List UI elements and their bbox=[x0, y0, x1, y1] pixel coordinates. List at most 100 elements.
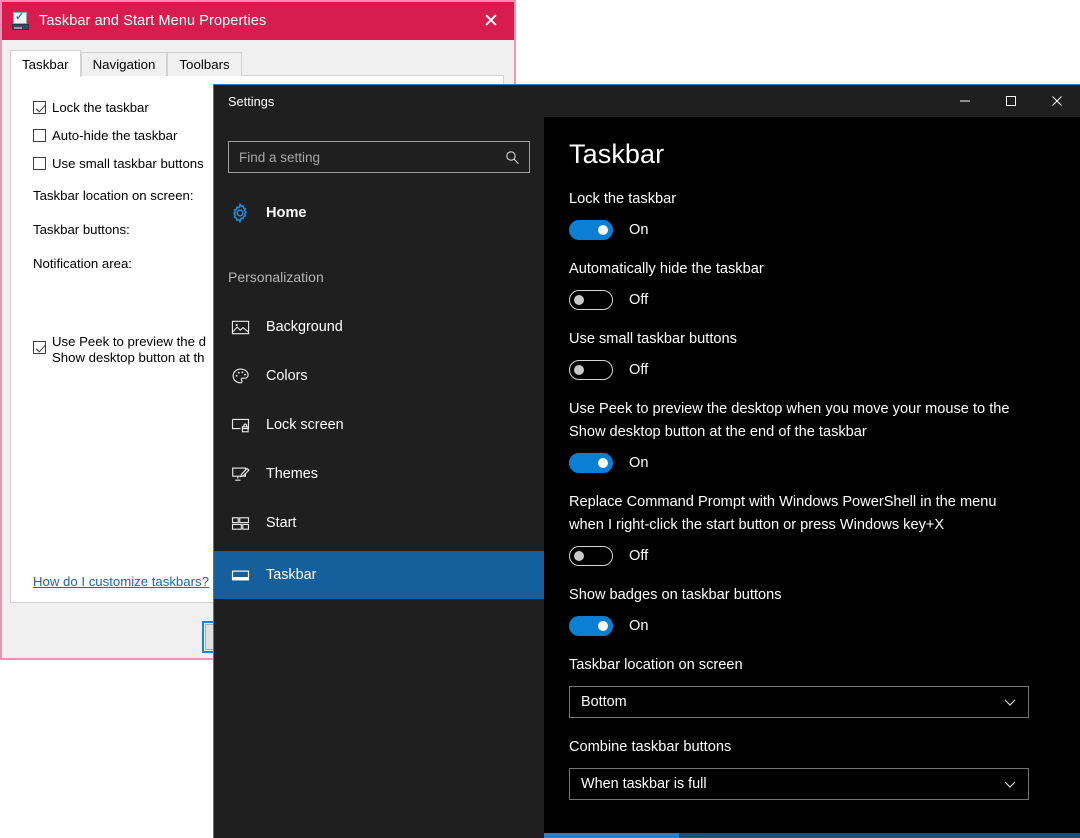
setting-label: Replace Command Prompt with Windows Powe… bbox=[569, 494, 997, 533]
themes-brush-icon bbox=[228, 465, 252, 484]
toggle-row: On bbox=[569, 616, 1080, 636]
legacy-window-title: Taskbar and Start Menu Properties bbox=[39, 13, 267, 29]
search-placeholder: Find a setting bbox=[239, 149, 321, 165]
search-input[interactable]: Find a setting bbox=[228, 141, 530, 173]
search-icon bbox=[505, 150, 520, 165]
legacy-titlebar: ✓ Taskbar and Start Menu Properties ✕ bbox=[2, 2, 514, 40]
toggle-small-taskbar-buttons[interactable] bbox=[569, 360, 613, 380]
setting-combine-taskbar-buttons: Combine taskbar buttons When taskbar is … bbox=[569, 736, 1080, 800]
gear-icon bbox=[228, 202, 252, 224]
chevron-down-icon bbox=[1003, 777, 1017, 791]
sidebar-item-label: Themes bbox=[266, 466, 318, 482]
toggle-auto-hide-taskbar[interactable] bbox=[569, 290, 613, 310]
tab-navigation[interactable]: Navigation bbox=[80, 52, 168, 76]
close-icon[interactable] bbox=[1034, 85, 1080, 117]
toggle-lock-the-taskbar[interactable] bbox=[569, 220, 613, 240]
setting-label: Lock the taskbar bbox=[569, 191, 677, 207]
screen: ✓ Taskbar and Start Menu Properties ✕ Ta… bbox=[0, 0, 1080, 838]
toggle-replace-command-prompt[interactable] bbox=[569, 546, 613, 566]
checkbox-label-line1: Use Peek to preview the d bbox=[52, 334, 206, 349]
toggle-row: On bbox=[569, 220, 1080, 240]
sidebar-item-label: Start bbox=[266, 515, 297, 531]
toggle-row: Off bbox=[569, 360, 1080, 380]
sidebar-item-home[interactable]: Home bbox=[214, 189, 544, 237]
checkbox-label: Lock the taskbar bbox=[52, 100, 149, 115]
toggle-state-label: On bbox=[629, 222, 649, 238]
legacy-tabstrip: Taskbar Navigation Toolbars bbox=[10, 50, 242, 77]
page-title: Taskbar bbox=[569, 139, 665, 169]
dropdown-value: When taskbar is full bbox=[581, 776, 707, 792]
sidebar-item-taskbar[interactable]: Taskbar bbox=[214, 551, 544, 599]
tab-taskbar[interactable]: Taskbar bbox=[10, 50, 81, 77]
taskbar-icon bbox=[228, 566, 252, 585]
taskbar-properties-icon: ✓ bbox=[12, 12, 30, 30]
toggle-use-peek[interactable] bbox=[569, 453, 613, 473]
dropdown-value: Bottom bbox=[581, 694, 627, 710]
toggle-row: Off bbox=[569, 546, 1080, 566]
toggle-state-label: On bbox=[629, 618, 649, 634]
dropdown-combine-taskbar-buttons[interactable]: When taskbar is full bbox=[569, 768, 1029, 800]
setting-replace-command-prompt: Replace Command Prompt with Windows Powe… bbox=[569, 491, 1080, 566]
sidebar-item-label: Taskbar bbox=[266, 567, 317, 583]
horizontal-scrollbar[interactable] bbox=[544, 833, 1080, 838]
sidebar-item-label: Background bbox=[266, 319, 343, 335]
checkbox-auto-hide-the-taskbar[interactable]: Auto-hide the taskbar bbox=[33, 128, 177, 143]
close-icon[interactable]: ✕ bbox=[468, 2, 514, 40]
sidebar-item-themes[interactable]: Themes bbox=[214, 450, 544, 498]
toggle-show-badges[interactable] bbox=[569, 616, 613, 636]
toggle-state-label: Off bbox=[629, 362, 649, 378]
settings-window: Settings Find a setting Home Personaliza… bbox=[213, 84, 1080, 838]
setting-label: Combine taskbar buttons bbox=[569, 739, 732, 755]
setting-label: Automatically hide the taskbar bbox=[569, 261, 764, 277]
sidebar-item-label: Colors bbox=[266, 368, 308, 384]
setting-small-taskbar-buttons: Use small taskbar buttons Off bbox=[569, 328, 1080, 380]
toggle-state-label: Off bbox=[629, 292, 649, 308]
start-layout-icon bbox=[228, 514, 252, 533]
setting-label: Use small taskbar buttons bbox=[569, 331, 737, 347]
checkbox-indicator bbox=[33, 157, 46, 170]
settings-sidebar: Find a setting Home Personalization Back… bbox=[214, 117, 544, 838]
sidebar-item-start[interactable]: Start bbox=[214, 499, 544, 547]
checkbox-use-small-taskbar-buttons[interactable]: Use small taskbar buttons bbox=[33, 156, 204, 171]
checkbox-use-peek[interactable]: Use Peek to preview the d Show desktop b… bbox=[33, 334, 206, 366]
toggle-state-label: On bbox=[629, 455, 649, 471]
sidebar-item-colors[interactable]: Colors bbox=[214, 352, 544, 400]
sidebar-item-lock-screen[interactable]: Lock screen bbox=[214, 401, 544, 449]
setting-lock-the-taskbar: Lock the taskbar On bbox=[569, 188, 1080, 240]
toggle-row: On bbox=[569, 453, 1080, 473]
lock-screen-icon bbox=[228, 416, 252, 435]
minimize-icon[interactable] bbox=[942, 85, 988, 117]
checkbox-lock-the-taskbar[interactable]: Lock the taskbar bbox=[33, 100, 149, 115]
checkbox-indicator bbox=[33, 129, 46, 142]
settings-content-pane: Taskbar Lock the taskbar On Automaticall… bbox=[544, 117, 1080, 838]
tab-toolbars[interactable]: Toolbars bbox=[167, 52, 242, 76]
chevron-down-icon bbox=[1003, 695, 1017, 709]
sidebar-section-header: Personalization bbox=[228, 269, 324, 285]
dropdown-taskbar-location[interactable]: Bottom bbox=[569, 686, 1029, 718]
label-taskbar-buttons: Taskbar buttons: bbox=[33, 222, 130, 237]
image-icon bbox=[228, 318, 252, 337]
window-controls bbox=[942, 85, 1080, 117]
sidebar-item-label: Home bbox=[266, 205, 307, 221]
setting-auto-hide-taskbar: Automatically hide the taskbar Off bbox=[569, 258, 1080, 310]
checkbox-label: Auto-hide the taskbar bbox=[52, 128, 178, 143]
checkbox-label: Use small taskbar buttons bbox=[52, 156, 204, 171]
settings-titlebar: Settings bbox=[214, 85, 1080, 117]
toggle-row: Off bbox=[569, 290, 1080, 310]
horizontal-scrollbar-thumb[interactable] bbox=[544, 833, 679, 838]
setting-label: Use Peek to preview the desktop when you… bbox=[569, 401, 1010, 440]
label-notification-area: Notification area: bbox=[33, 256, 132, 271]
toggle-state-label: Off bbox=[629, 548, 649, 564]
checkbox-indicator bbox=[33, 341, 46, 354]
setting-taskbar-location: Taskbar location on screen Bottom bbox=[569, 654, 1080, 718]
maximize-icon[interactable] bbox=[988, 85, 1034, 117]
setting-show-badges: Show badges on taskbar buttons On bbox=[569, 584, 1080, 636]
settings-window-title: Settings bbox=[228, 93, 275, 109]
sidebar-item-background[interactable]: Background bbox=[214, 303, 544, 351]
customize-taskbars-link[interactable]: How do I customize taskbars? bbox=[33, 574, 209, 589]
setting-label: Show badges on taskbar buttons bbox=[569, 587, 782, 603]
setting-use-peek: Use Peek to preview the desktop when you… bbox=[569, 398, 1080, 473]
palette-icon bbox=[228, 367, 252, 386]
checkbox-label-line2: Show desktop button at th bbox=[52, 350, 205, 365]
sidebar-item-label: Lock screen bbox=[266, 417, 344, 433]
